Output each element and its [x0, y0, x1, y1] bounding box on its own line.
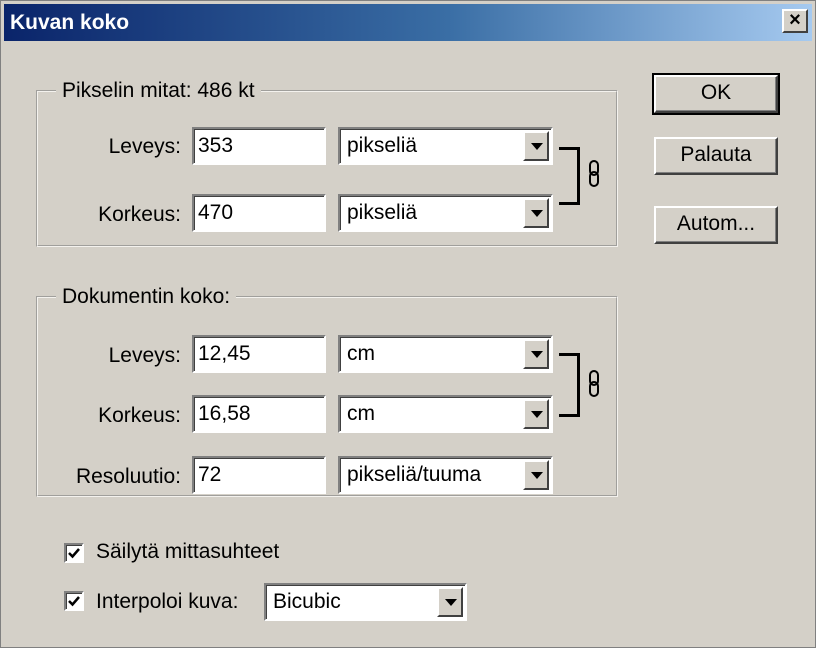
chevron-down-icon[interactable]	[437, 587, 463, 617]
chain-link-icon	[589, 370, 599, 397]
chevron-down-icon[interactable]	[523, 131, 549, 161]
reset-button[interactable]: Palauta	[654, 137, 778, 175]
checkmark-icon	[68, 596, 80, 607]
constrain-proportions-checkbox[interactable]	[64, 543, 84, 563]
chevron-down-icon[interactable]	[523, 460, 549, 490]
pixel-width-label: Leveys:	[108, 135, 181, 158]
doc-height-unit-select[interactable]: cm	[338, 395, 553, 433]
doc-height-input[interactable]: 16,58	[192, 395, 326, 433]
pixel-dimensions-legend: Pikselin mitat: 486 kt	[62, 79, 255, 102]
chevron-down-icon[interactable]	[523, 339, 549, 369]
pixel-link-bracket	[559, 147, 580, 205]
pixel-width-input[interactable]: 353	[192, 127, 326, 165]
doc-width-label: Leveys:	[108, 344, 181, 367]
resample-method-value: Bicubic	[273, 590, 341, 613]
pixel-width-unit-select[interactable]: pikseliä	[338, 127, 553, 165]
doc-width-unit-value: cm	[347, 342, 375, 365]
close-button[interactable]: ×	[782, 9, 808, 33]
doc-height-label: Korkeus:	[98, 404, 181, 427]
resolution-unit-value: pikseliä/tuuma	[347, 463, 482, 486]
doc-link-bracket	[559, 353, 580, 417]
document-size-legend: Dokumentin koko:	[62, 285, 231, 308]
title-bar[interactable]: Kuvan koko ×	[4, 4, 812, 41]
chevron-down-icon[interactable]	[523, 198, 549, 228]
resample-label[interactable]: Interpoloi kuva:	[96, 590, 238, 614]
close-icon: ×	[789, 9, 801, 31]
pixel-height-unit-value: pikseliä	[347, 201, 418, 224]
pixel-width-unit-value: pikseliä	[347, 134, 418, 157]
resolution-unit-select[interactable]: pikseliä/tuuma	[338, 456, 553, 494]
resample-method-select[interactable]: Bicubic	[264, 583, 467, 621]
resample-checkbox[interactable]	[64, 591, 84, 611]
chevron-down-icon[interactable]	[523, 399, 549, 429]
chain-link-icon	[589, 160, 599, 187]
image-size-dialog: Kuvan koko × Pikselin mitat: 486 kt Leve…	[0, 0, 816, 648]
pixel-height-input[interactable]: 470	[192, 194, 326, 232]
resolution-input[interactable]: 72	[192, 456, 326, 494]
checkmark-icon	[68, 548, 80, 559]
pixel-height-label: Korkeus:	[98, 203, 181, 226]
auto-button[interactable]: Autom...	[654, 206, 778, 244]
constrain-proportions-label[interactable]: Säilytä mittasuhteet	[96, 540, 279, 564]
dialog-title: Kuvan koko	[10, 11, 130, 34]
doc-height-unit-value: cm	[347, 402, 375, 425]
ok-button[interactable]: OK	[652, 73, 780, 115]
doc-width-input[interactable]: 12,45	[192, 335, 326, 373]
pixel-height-unit-select[interactable]: pikseliä	[338, 194, 553, 232]
doc-width-unit-select[interactable]: cm	[338, 335, 553, 373]
resolution-label: Resoluutio:	[75, 465, 181, 488]
